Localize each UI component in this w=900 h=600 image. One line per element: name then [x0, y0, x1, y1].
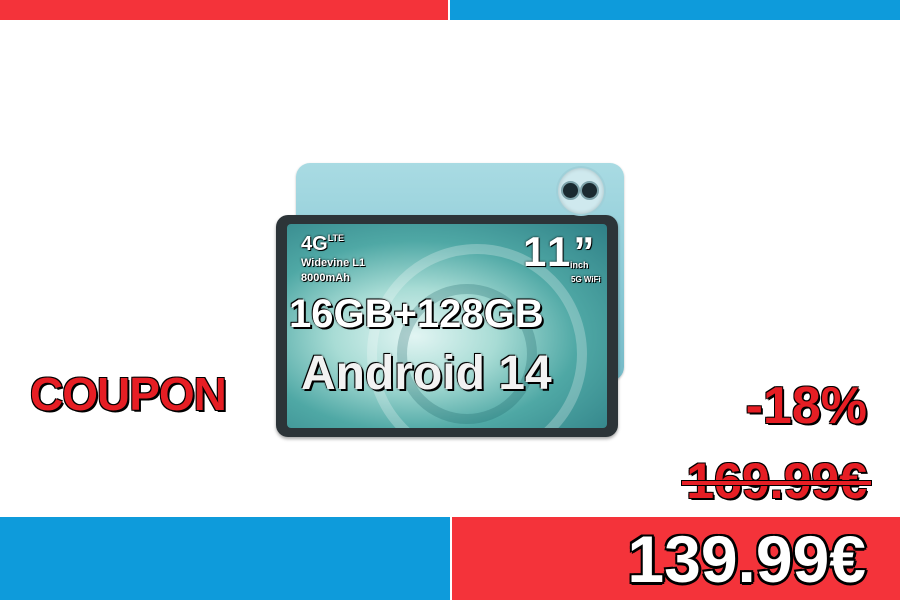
top-red-band [0, 0, 448, 20]
screen-unit-label: inch [570, 260, 589, 270]
os-label: Android 14 [301, 347, 552, 400]
drm-label: Widevine L1 [301, 257, 366, 269]
tablet-front-panel: 4GLTE Widevine L1 8000mAh 11” inch 5G Wi… [276, 215, 618, 437]
tablet-product-image: 4GLTE Widevine L1 8000mAh 11” inch 5G Wi… [270, 160, 630, 445]
coupon-label: COUPON [30, 368, 227, 420]
discount-badge: -18% [745, 377, 867, 435]
strikethrough-line [682, 481, 871, 485]
wifi-label: 5G WiFi [571, 275, 601, 284]
memory-label: 16GB+128GB [289, 292, 544, 336]
bottom-blue-band [0, 517, 450, 600]
tablet-screen: 4GLTE Widevine L1 8000mAh 11” inch 5G Wi… [287, 224, 607, 428]
top-blue-band [450, 0, 900, 20]
network-badge: 4GLTE [301, 233, 345, 255]
battery-label: 8000mAh [301, 272, 350, 284]
old-price: 169.99€ [682, 452, 871, 510]
camera-icon [558, 168, 604, 214]
new-price: 139.99€ [627, 522, 866, 596]
